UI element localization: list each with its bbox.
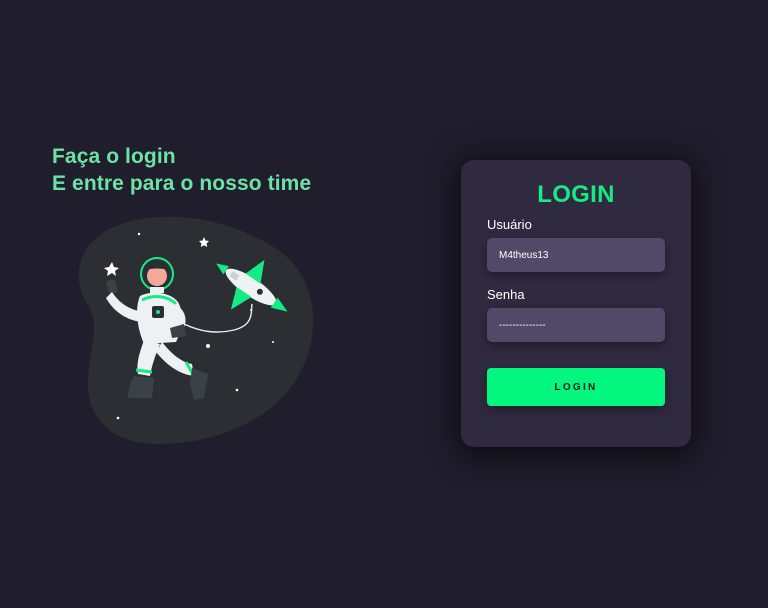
hero-headline: Faça o login E entre para o nosso time [52, 143, 311, 197]
hero-headline-line1: Faça o login [52, 145, 176, 168]
star-dot [137, 232, 141, 236]
username-input[interactable] [487, 238, 665, 272]
blob-background [78, 216, 314, 444]
hero-headline-line2: E entre para o nosso time [52, 172, 312, 195]
login-title: LOGIN [537, 181, 615, 208]
star-dot [235, 388, 239, 392]
astronaut-illustration [78, 216, 314, 444]
login-page: Faça o login E entre para o nosso time L… [0, 0, 768, 608]
password-input[interactable] [487, 308, 665, 342]
password-label: Senha [487, 287, 525, 302]
username-label: Usuário [487, 217, 532, 232]
star-dot [272, 341, 274, 343]
star-dot [206, 344, 210, 348]
login-button[interactable]: LOGIN [487, 368, 665, 406]
star-dot [116, 416, 120, 420]
